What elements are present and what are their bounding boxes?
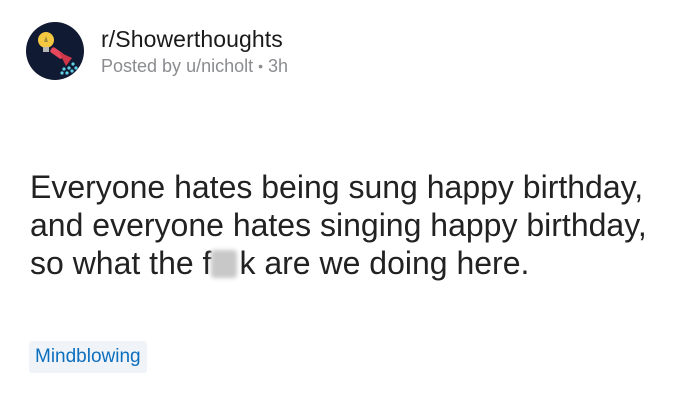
- post-title-part2: k are we doing here.: [239, 245, 530, 281]
- censor-blur: [211, 250, 238, 278]
- subreddit-avatar[interactable]: [26, 22, 84, 80]
- post-title[interactable]: Everyone hates being sung happy birthday…: [30, 168, 670, 282]
- shower-head-lightbulb-icon: [38, 32, 78, 75]
- post-card: r/Showerthoughts Posted by u/nicholt • 3h …: [0, 0, 700, 401]
- byline-prefix: Posted by: [101, 55, 182, 76]
- author-link[interactable]: u/nicholt: [186, 54, 253, 78]
- subreddit-name[interactable]: r/Showerthoughts: [101, 25, 288, 53]
- post-meta: r/Showerthoughts Posted by u/nicholt • 3h: [101, 25, 288, 78]
- post-header: r/Showerthoughts Posted by u/nicholt • 3h: [26, 22, 288, 80]
- byline-separator: •: [258, 57, 264, 74]
- post-byline: Posted by u/nicholt • 3h: [101, 54, 288, 78]
- post-age: 3h: [268, 55, 289, 76]
- post-flair[interactable]: Mindblowing: [29, 341, 147, 373]
